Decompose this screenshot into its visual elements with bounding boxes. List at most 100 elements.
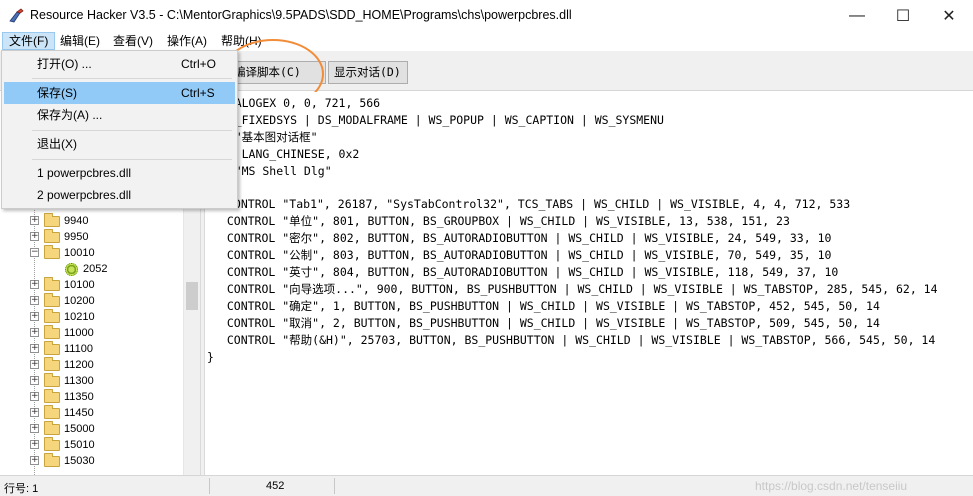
collapse-icon[interactable]: − <box>30 248 39 257</box>
code-line: CONTROL "英寸", 804, BUTTON, BS_AUTORADIOB… <box>213 265 839 279</box>
code-line: CONTROL "确定", 1, BUTTON, BS_PUSHBUTTON |… <box>213 299 880 313</box>
minimize-button[interactable]: — <box>834 0 880 31</box>
menu-view[interactable]: 查看(V) <box>107 32 159 50</box>
line-number-status: 行号: 1 <box>4 483 39 495</box>
expand-icon[interactable]: + <box>30 344 39 353</box>
maximize-icon: ☐ <box>895 7 911 25</box>
tree-node-label: 11350 <box>64 391 94 403</box>
expand-icon[interactable]: + <box>30 360 39 369</box>
menu-item-exit[interactable]: 退出(X) <box>4 133 235 155</box>
expand-icon[interactable]: + <box>30 440 39 449</box>
tree-node-label: 9940 <box>64 215 89 227</box>
menu-item-save[interactable]: 保存(S) Ctrl+S <box>4 82 235 104</box>
status-divider <box>209 478 210 494</box>
menu-action[interactable]: 操作(A) <box>161 32 213 50</box>
expand-icon[interactable]: + <box>30 392 39 401</box>
folder-icon <box>44 309 60 323</box>
menu-item-shortcut: Ctrl+S <box>181 86 215 100</box>
tree-node-label: 11000 <box>64 327 94 339</box>
watermark: https://blog.csdn.net/tenseiiu <box>755 479 908 493</box>
expand-icon[interactable]: + <box>30 312 39 321</box>
menu-separator <box>32 130 232 131</box>
resource-leaf-icon <box>65 263 78 276</box>
menu-bar: 文件(F) 编辑(E) 查看(V) 操作(A) 帮助(H) <box>0 31 973 51</box>
tree-node-label: 10200 <box>64 295 95 307</box>
tree-node-label: 10210 <box>64 311 95 323</box>
expand-icon[interactable]: + <box>30 424 39 433</box>
tree-node[interactable]: + 11350 <box>0 389 185 405</box>
menu-edit[interactable]: 编辑(E) <box>54 32 106 50</box>
folder-open-icon <box>44 245 60 259</box>
tree-node[interactable]: + 9950 <box>0 229 185 245</box>
menu-item-label: 1 powerpcbres.dll <box>37 166 132 180</box>
close-button[interactable]: ✕ <box>926 0 972 31</box>
tree-node[interactable]: − 10010 <box>0 245 185 261</box>
code-line: CONTROL "公制", 803, BUTTON, BS_AUTORADIOB… <box>213 248 832 262</box>
folder-icon <box>44 341 60 355</box>
code-line: } <box>207 350 214 364</box>
maximize-button[interactable]: ☐ <box>880 0 926 31</box>
show-dialog-button[interactable]: 显示对话(D) <box>328 61 408 84</box>
expand-icon[interactable]: + <box>30 280 39 289</box>
tree-node[interactable]: + 11000 <box>0 325 185 341</box>
tree-node-label: 15030 <box>64 455 95 467</box>
tree-node[interactable]: + 11300 <box>0 373 185 389</box>
folder-icon <box>44 421 60 435</box>
code-line: CONTROL "密尔", 802, BUTTON, BS_AUTORADIOB… <box>213 231 832 245</box>
code-line: E DS_FIXEDSYS | DS_MODALFRAME | WS_POPUP… <box>207 113 664 127</box>
menu-item-shortcut: Ctrl+O <box>181 57 217 71</box>
folder-icon <box>44 389 60 403</box>
tree-node-label: 15000 <box>64 423 95 435</box>
tree-node[interactable]: + 11450 <box>0 405 185 421</box>
menu-separator <box>32 78 232 79</box>
menu-separator <box>32 159 232 160</box>
expand-icon[interactable]: + <box>30 408 39 417</box>
folder-icon <box>44 357 60 371</box>
close-icon: ✕ <box>942 7 956 25</box>
menu-item-recent-2[interactable]: 2 powerpcbres.dll <box>4 184 235 206</box>
menu-item-label: 退出(X) <box>37 137 77 151</box>
tree-node-label: 10010 <box>64 247 95 259</box>
tree-leaf[interactable]: 2052 <box>0 261 185 277</box>
tree-node[interactable]: + 15030 <box>0 453 185 469</box>
code-line: CONTROL "Tab1", 26187, "SysTabControl32"… <box>227 197 851 211</box>
menu-item-label: 保存为(A) ... <box>37 108 103 122</box>
expand-icon[interactable]: + <box>30 328 39 337</box>
scrollbar-thumb[interactable] <box>186 282 198 310</box>
menu-item-recent-1[interactable]: 1 powerpcbres.dll <box>4 162 235 184</box>
code-line: CONTROL "向导选项...", 900, BUTTON, BS_PUSHB… <box>213 282 938 296</box>
code-line: CONTROL "取消", 2, BUTTON, BS_PUSHBUTTON |… <box>213 316 880 330</box>
expand-icon[interactable]: + <box>30 216 39 225</box>
folder-icon <box>44 373 60 387</box>
expand-icon[interactable]: + <box>30 232 39 241</box>
tree-node-label: 11300 <box>64 375 94 387</box>
tree-node[interactable]: + 10210 <box>0 309 185 325</box>
expand-icon[interactable]: + <box>30 296 39 305</box>
code-line: CONTROL "帮助(&H)", 25703, BUTTON, BS_PUSH… <box>213 333 936 347</box>
menu-item-open[interactable]: 打开(O) ... Ctrl+O <box>4 53 235 75</box>
minimize-icon: — <box>849 6 865 24</box>
folder-icon <box>44 437 60 451</box>
script-editor[interactable]: 0 DIALOGEX 0, 0, 721, 566 E DS_FIXEDSYS … <box>205 92 973 475</box>
status-bar: 行号: 1 452 https://blog.csdn.net/tenseiiu <box>0 475 973 496</box>
tree-node[interactable]: + 11200 <box>0 357 185 373</box>
menu-item-label: 2 powerpcbres.dll <box>37 188 132 202</box>
tree-node[interactable]: + 15000 <box>0 421 185 437</box>
tree-node[interactable]: + 15010 <box>0 437 185 453</box>
folder-icon <box>44 229 60 243</box>
expand-icon[interactable]: + <box>30 456 39 465</box>
tree-node[interactable]: + 11100 <box>0 341 185 357</box>
resource-hacker-icon <box>9 8 24 23</box>
tree-node[interactable]: + 9940 <box>0 213 185 229</box>
menu-file[interactable]: 文件(F) <box>2 32 56 50</box>
cursor-position-status: 452 <box>266 480 285 492</box>
menu-item-save-as[interactable]: 保存为(A) ... <box>4 104 235 126</box>
tree-node[interactable]: + 10100 <box>0 277 185 293</box>
title-bar: Resource Hacker V3.5 - C:\MentorGraphics… <box>0 0 973 31</box>
tree-node-label: 9950 <box>64 231 89 243</box>
code-line: CONTROL "单位", 801, BUTTON, BS_GROUPBOX |… <box>213 214 790 228</box>
expand-icon[interactable]: + <box>30 376 39 385</box>
tree-node[interactable]: + 10200 <box>0 293 185 309</box>
folder-icon <box>44 453 60 467</box>
tree-node-label: 10100 <box>64 279 95 291</box>
